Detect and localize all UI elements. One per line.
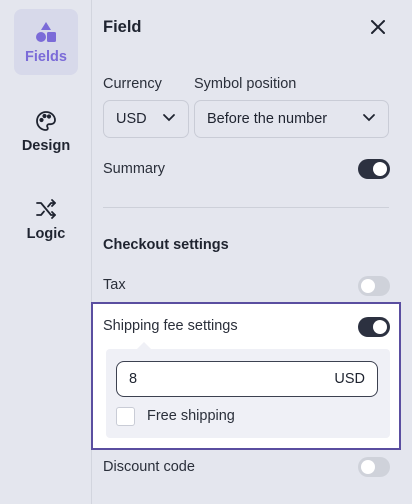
shipping-fee-label: Shipping fee settings (103, 318, 238, 334)
sidebar-item-logic[interactable]: Logic (14, 186, 78, 252)
checkout-settings-heading: Checkout settings (103, 237, 229, 253)
free-shipping-checkbox[interactable] (116, 407, 135, 426)
discount-code-label: Discount code (103, 459, 195, 475)
symbol-position-value: Before the number (207, 111, 328, 127)
summary-toggle[interactable] (358, 159, 390, 179)
tax-toggle[interactable] (358, 276, 390, 296)
symbol-position-select[interactable]: Before the number (194, 100, 389, 138)
symbol-position-label: Symbol position (194, 76, 297, 92)
discount-code-toggle[interactable] (358, 457, 390, 477)
shipping-fee-section: Shipping fee settings 8 USD Free shippin… (91, 302, 401, 450)
palette-icon (33, 108, 59, 134)
divider (103, 207, 389, 208)
shipping-fee-toggle[interactable] (358, 317, 390, 337)
free-shipping-label: Free shipping (147, 408, 235, 424)
sidebar-item-design[interactable]: Design (14, 98, 78, 164)
chevron-down-icon (362, 110, 376, 128)
tax-label: Tax (103, 277, 126, 293)
shipping-fee-input[interactable]: 8 USD (116, 361, 378, 397)
sidebar: Fields Design Logic (0, 0, 92, 504)
sidebar-item-label: Fields (25, 49, 67, 65)
currency-value: USD (116, 111, 147, 127)
currency-select[interactable]: USD (103, 100, 189, 138)
panel-title: Field (103, 18, 142, 36)
shipping-fee-unit: USD (334, 371, 365, 387)
sidebar-item-label: Logic (26, 226, 66, 242)
currency-label: Currency (103, 76, 162, 92)
shipping-fee-details: 8 USD Free shipping (106, 342, 390, 438)
summary-label: Summary (103, 161, 166, 177)
shapes-icon (33, 19, 59, 45)
shipping-fee-value: 8 (129, 371, 138, 387)
field-settings-panel: Field Currency Symbol position USD Befor… (91, 0, 412, 504)
sidebar-item-label: Design (21, 138, 71, 154)
chevron-down-icon (162, 110, 176, 128)
shuffle-icon (33, 196, 59, 222)
sidebar-item-fields[interactable]: Fields (14, 9, 78, 75)
close-icon[interactable] (368, 17, 388, 37)
